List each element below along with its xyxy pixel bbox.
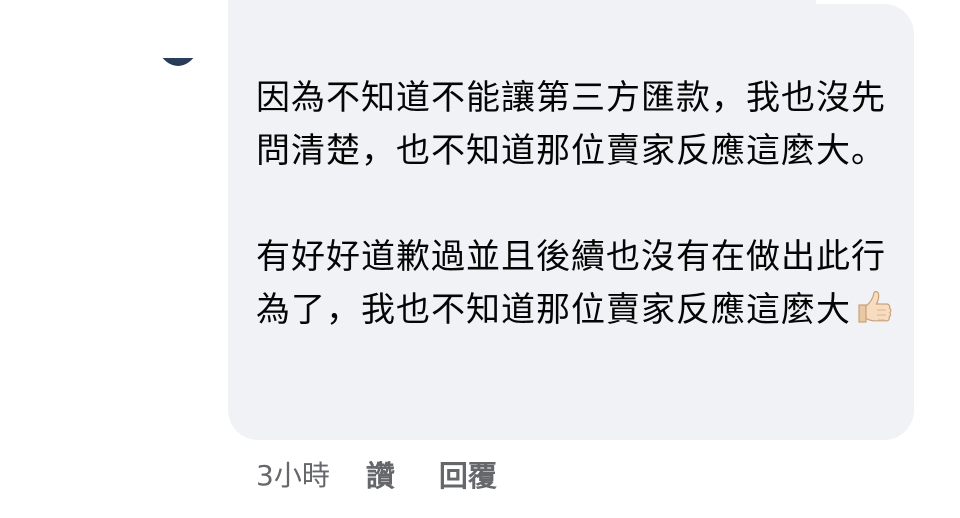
comment-bubble-top [228,0,816,60]
reply-button[interactable]: 回覆 [439,453,497,495]
comment-paragraph-1: 因為不知道不能讓第三方匯款，我也沒先問清楚，也不知道那位賣家反應這麼大。 [256,78,886,171]
comment-thread: 因為不知道不能讓第三方匯款，我也沒先問清楚，也不知道那位賣家反應這麼大。 有好好… [0,0,960,518]
like-button[interactable]: 讚 [366,453,395,495]
avatar-mask [138,0,220,58]
comment-paragraph-2: 有好好道歉過並且後續也沒有在做出此行為了，我也不知道那位賣家反應這麼大 [256,231,896,337]
comment-paragraph-2-text: 有好好道歉過並且後續也沒有在做出此行為了，我也不知道那位賣家反應這麼大 [256,237,886,330]
comment-actions: 3小時 讚 回覆 [256,452,541,496]
comment-body: 因為不知道不能讓第三方匯款，我也沒先問清楚，也不知道那位賣家反應這麼大。 有好好… [256,72,896,337]
thumbs-up-icon [858,291,892,323]
comment-timestamp[interactable]: 3小時 [256,454,330,494]
